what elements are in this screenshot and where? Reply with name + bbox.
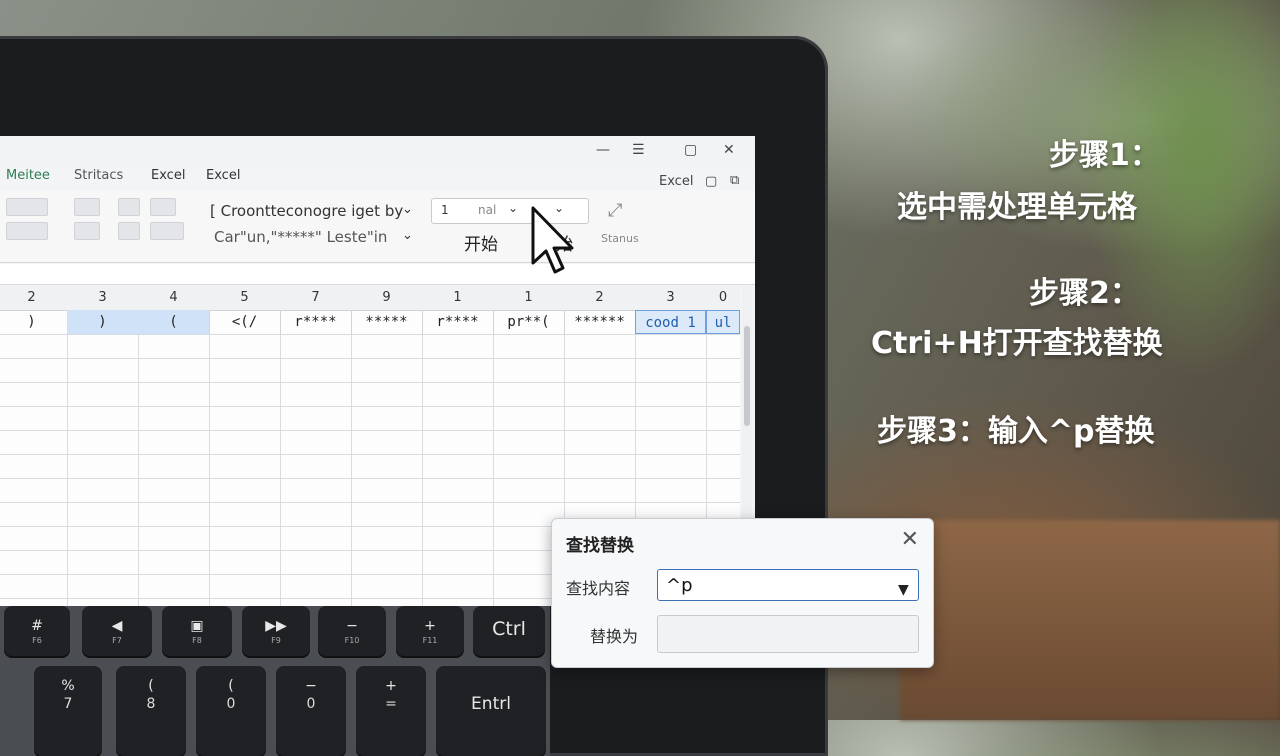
menu-item[interactable]: Excel (206, 168, 240, 183)
column-header[interactable]: 3 (67, 290, 138, 305)
ribbon-ghost-icon[interactable] (150, 198, 176, 216)
font-line-2: Car"un,"*****" Leste"in (214, 228, 388, 246)
window-icon[interactable]: ▢ (705, 174, 717, 189)
column-header[interactable]: 9 (351, 290, 422, 305)
keyboard-key[interactable]: (8 (116, 666, 186, 756)
ribbon-ghost-icon[interactable] (6, 222, 48, 240)
start-button-1[interactable]: 开始 (464, 230, 498, 255)
column-header[interactable]: 7 (280, 290, 351, 305)
excel-tag: Excel (659, 174, 694, 189)
menu-item[interactable]: Meitee (6, 168, 50, 183)
keyboard: # F6 ◀ F7 ▣ F8 ▶▶ F9 − F10 + F11 Ctrl % 7 (8 (0… (0, 606, 550, 756)
ribbon-ghost-icon[interactable] (6, 198, 48, 216)
column-headers: 2 3 4 5 7 9 1 1 2 3 0 (0, 286, 740, 311)
ribbon-ghost-icon[interactable] (150, 222, 184, 240)
dropdown-value: nal (478, 203, 497, 217)
step2-text: Ctri+H打开查找替换 (871, 326, 1163, 361)
table-cell[interactable]: r**** (280, 310, 352, 334)
maximize-icon[interactable]: ▢ (684, 142, 697, 158)
dialog-title: 查找替换 (566, 536, 634, 556)
keyboard-key[interactable]: + F11 (396, 606, 464, 656)
chevron-down-icon[interactable]: ⌄ (402, 202, 413, 217)
find-label: 查找内容 (566, 579, 631, 598)
table-cell[interactable]: ****** (564, 310, 636, 334)
ribbon-ghost-icon[interactable] (74, 222, 100, 240)
menu-lines-icon[interactable]: ☰ (632, 142, 645, 158)
column-header[interactable]: 5 (209, 290, 280, 305)
keyboard-key[interactable]: + = (356, 666, 426, 756)
column-header[interactable]: 2 (564, 290, 635, 305)
close-icon[interactable]: ✕ (901, 527, 919, 552)
table-cell[interactable]: r**** (422, 310, 494, 334)
step3-text: 步骤3：输入^p替换 (877, 414, 1155, 449)
scrollbar-thumb[interactable] (744, 326, 750, 426)
keyboard-key[interactable]: ▶▶ F9 (242, 606, 310, 656)
column-header[interactable]: 1 (493, 290, 564, 305)
keyboard-key[interactable]: # F6 (4, 606, 70, 656)
keyboard-key[interactable]: ▣ F8 (162, 606, 232, 656)
expand-icon[interactable]: ⤢ (608, 200, 622, 221)
minimize-icon[interactable]: — (596, 142, 610, 158)
column-header[interactable]: 2 (0, 290, 67, 305)
background-table (900, 520, 1280, 720)
menu-item[interactable]: Excel (151, 168, 185, 183)
keyboard-key[interactable]: ◀ F7 (82, 606, 152, 656)
ctrl-key[interactable]: Ctrl (473, 606, 545, 656)
column-header[interactable]: 3 (635, 290, 706, 305)
status-label: Stanus (601, 232, 639, 245)
mouse-cursor-icon (531, 206, 574, 274)
replace-input[interactable] (657, 615, 919, 653)
keyboard-key[interactable]: % 7 (34, 666, 102, 756)
keyboard-key[interactable]: −0 (276, 666, 346, 756)
column-header[interactable]: 0 (706, 290, 740, 305)
table-cell[interactable]: pr**( (493, 310, 565, 334)
dropdown-arrow-icon[interactable]: ▼ (898, 582, 909, 598)
ribbon: [ Croontteconogre iget by ⌄ Car"un,"****… (0, 190, 755, 263)
step1-title: 步骤1： (1049, 138, 1160, 173)
table-cell[interactable]: ***** (351, 310, 423, 334)
ribbon-ghost-icon[interactable] (118, 222, 140, 240)
title-bar: — ☰ ▢ ✕ (0, 136, 755, 166)
enter-key[interactable]: Entrl (436, 666, 546, 756)
table-cell[interactable]: ul (706, 310, 740, 334)
keyboard-key[interactable]: (0 (196, 666, 266, 756)
column-header[interactable]: 1 (422, 290, 493, 305)
table-cell[interactable]: ) (67, 310, 139, 334)
chevron-down-icon[interactable]: ⌄ (508, 201, 518, 215)
table-cell[interactable]: <(/ (209, 310, 281, 334)
table-cell[interactable]: cood 1 (635, 310, 706, 334)
restore-icon[interactable]: ⧉ (730, 173, 739, 188)
table-cell[interactable]: ( (138, 310, 210, 334)
ribbon-ghost-icon[interactable] (74, 198, 100, 216)
font-line-1: [ Croontteconogre iget by (210, 202, 404, 220)
table-cell[interactable]: ) (0, 310, 68, 334)
menu-item[interactable]: Stritacs (74, 168, 123, 183)
chevron-down-icon[interactable]: ⌄ (402, 228, 413, 243)
find-replace-dialog: 查找替换 ✕ 查找内容 ▼ 替换为 (551, 518, 934, 668)
formula-bar[interactable] (0, 264, 755, 285)
close-window-icon[interactable]: ✕ (723, 142, 735, 158)
table-row: ) ) ( <(/ r**** ***** r**** pr**( ******… (0, 310, 740, 334)
step1-text: 选中需处理单元格 (897, 190, 1137, 225)
replace-label: 替换为 (590, 627, 639, 646)
column-header[interactable]: 4 (138, 290, 209, 305)
font-selector[interactable]: [ Croontteconogre iget by ⌄ Car"un,"****… (210, 196, 418, 246)
menu-bar: Meitee Stritacs Excel Excel (0, 164, 755, 190)
keyboard-key[interactable]: − F10 (318, 606, 386, 656)
ribbon-ghost-icon[interactable] (118, 198, 140, 216)
find-input[interactable] (657, 569, 919, 601)
step2-title: 步骤2： (1029, 276, 1140, 311)
dropdown-value: 1 (441, 203, 449, 217)
